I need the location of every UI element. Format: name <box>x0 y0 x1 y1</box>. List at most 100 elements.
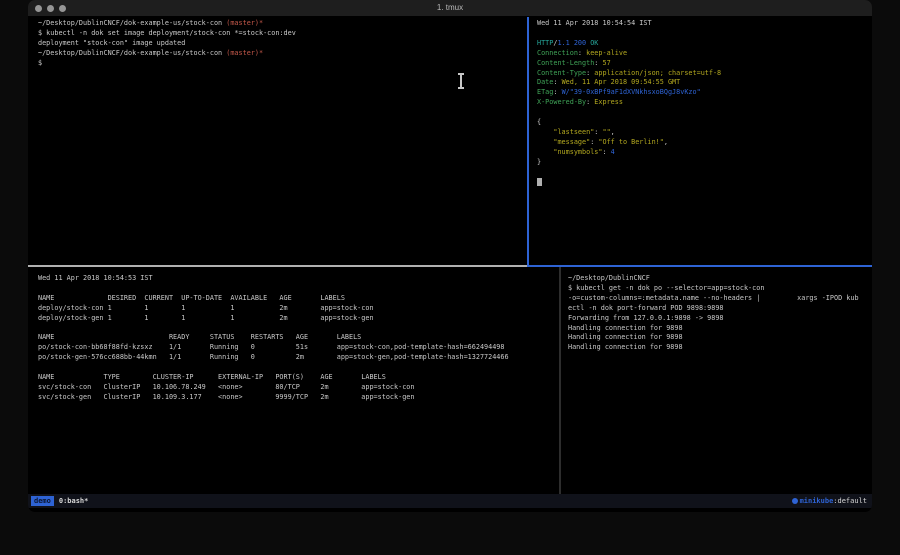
terminal-line <box>38 324 559 334</box>
terminal-line: Handling connection for 9898 <box>568 333 872 343</box>
terminal-line: ~/Desktop/DublinCNCF/dok-example-us/stoc… <box>38 49 527 59</box>
desktop-background: 1. tmux ~/Desktop/DublinCNCF/dok-example… <box>0 0 900 555</box>
kube-namespace: :default <box>833 497 867 505</box>
terminal-line: "lastseen": "", <box>537 128 872 138</box>
terminal-text: 4 <box>611 148 615 156</box>
terminal-line: NAME TYPE CLUSTER-IP EXTERNAL-IP PORT(S)… <box>38 373 559 383</box>
tmux-window-label[interactable]: 0:bash* <box>59 497 89 505</box>
terminal-text: (master)* <box>226 19 263 27</box>
terminal-line: $ <box>38 59 527 69</box>
terminal-text: $ <box>38 59 42 67</box>
terminal-line: deploy/stock-gen 1 1 1 1 2m app=stock-ge… <box>38 314 559 324</box>
terminal-line: Content-Type: application/json; charset=… <box>537 69 872 79</box>
terminal-text: , <box>611 128 615 136</box>
terminal-line: svc/stock-gen ClusterIP 10.109.3.177 <no… <box>38 393 559 403</box>
terminal-text: ETag <box>537 88 553 96</box>
terminal-text: : <box>602 148 610 156</box>
mouse-text-cursor <box>457 73 465 89</box>
terminal-line: Handling connection for 9898 <box>568 324 872 334</box>
terminal-text: Content-Type <box>537 69 586 77</box>
terminal-text: , <box>664 138 668 146</box>
terminal-line: Forwarding from 127.0.0.1:9898 -> 9898 <box>568 314 872 324</box>
terminal-text: Wed 11 Apr 2018 10:54:53 IST <box>38 274 153 282</box>
terminal-line: deployment "stock-con" image updated <box>38 39 527 49</box>
terminal-text: W/"39-0xBPf9aF1dXVNkhsxoBQgJ8vKzo" <box>562 88 701 96</box>
terminal-text: 1.1 200 <box>557 39 586 47</box>
terminal-text: keep-alive <box>586 49 627 57</box>
terminal-line: Handling connection for 9898 <box>568 343 872 353</box>
terminal-text: (master)* <box>226 49 263 57</box>
terminal-text: application/json; charset=utf-8 <box>594 69 721 77</box>
terminal-line: po/stock-gen-576cc688bb-44kmn 1/1 Runnin… <box>38 353 559 363</box>
terminal-text: "message" <box>537 138 590 146</box>
terminal-text: deploy/stock-gen 1 1 1 1 2m app=stock-ge… <box>38 314 374 322</box>
terminal-line: { <box>537 118 872 128</box>
terminal-line <box>38 363 559 373</box>
terminal-text: ectl -n dok port-forward POD 9898:9898 <box>568 304 724 312</box>
terminal-text: : <box>553 88 561 96</box>
terminal-line: ETag: W/"39-0xBPf9aF1dXVNkhsxoBQgJ8vKzo" <box>537 88 872 98</box>
terminal-text: Connection <box>537 49 578 57</box>
terminal-line: svc/stock-con ClusterIP 10.106.78.249 <n… <box>38 383 559 393</box>
terminal-line: Content-Length: 57 <box>537 59 872 69</box>
kube-context-name: minikube <box>800 497 834 505</box>
terminal-line: ~/Desktop/DublinCNCF <box>568 274 872 284</box>
terminal-line: Wed 11 Apr 2018 10:54:54 IST <box>537 19 872 29</box>
terminal-text: Wed, 11 Apr 2018 09:54:55 GMT <box>562 78 681 86</box>
kubernetes-icon <box>792 498 798 504</box>
terminal-text: "lastseen" <box>537 128 594 136</box>
pane-top-right-http-response[interactable]: Wed 11 Apr 2018 10:54:54 IST HTTP/1.1 20… <box>529 17 872 265</box>
terminal-line: deploy/stock-con 1 1 1 1 2m app=stock-co… <box>38 304 559 314</box>
terminal-text: : <box>553 78 561 86</box>
terminal-line: "message": "Off to Berlin!", <box>537 138 872 148</box>
terminal-line <box>38 284 559 294</box>
terminal-text: X-Powered-By <box>537 98 586 106</box>
terminal-text: HTTP <box>537 39 553 47</box>
terminal-cursor <box>537 178 542 186</box>
terminal-line: X-Powered-By: Express <box>537 98 872 108</box>
terminal-text: Wed 11 Apr 2018 10:54:54 IST <box>537 19 652 27</box>
terminal-line: po/stock-con-bb68f88fd-kzsxz 1/1 Running… <box>38 343 559 353</box>
terminal-line: NAME READY STATUS RESTARTS AGE LABELS <box>38 333 559 343</box>
pane-bottom-left-kubectl-watch[interactable]: Wed 11 Apr 2018 10:54:53 IST NAME DESIRE… <box>28 267 559 494</box>
terminal-text: "numsymbols" <box>537 148 602 156</box>
terminal-line: ectl -n dok port-forward POD 9898:9898 <box>568 304 872 314</box>
terminal-text: NAME TYPE CLUSTER-IP EXTERNAL-IP PORT(S)… <box>38 373 386 381</box>
terminal-window: 1. tmux ~/Desktop/DublinCNCF/dok-example… <box>28 0 872 512</box>
terminal-line: "numsymbols": 4 <box>537 148 872 158</box>
pane-bottom-right-port-forward[interactable]: ~/Desktop/DublinCNCF$ kubectl get -n dok… <box>561 267 872 494</box>
terminal-line: -o=custom-columns=:metadata.name --no-he… <box>568 294 872 304</box>
terminal-line: $ kubectl get -n dok po --selector=app=s… <box>568 284 872 294</box>
tmux-status-bar: demo 0:bash* minikube :default <box>28 494 872 508</box>
terminal-text: svc/stock-con ClusterIP 10.106.78.249 <n… <box>38 383 414 391</box>
terminal-line: HTTP/1.1 200 OK <box>537 39 872 49</box>
terminal-text: 57 <box>602 59 610 67</box>
terminal-text: : <box>578 49 586 57</box>
terminal-line: NAME DESIRED CURRENT UP-TO-DATE AVAILABL… <box>38 294 559 304</box>
terminal-text: Handling connection for 9898 <box>568 333 683 341</box>
terminal-text: deploy/stock-con 1 1 1 1 2m app=stock-co… <box>38 304 374 312</box>
terminal-line: $ kubectl -n dok set image deployment/st… <box>38 29 527 39</box>
terminal-line: Connection: keep-alive <box>537 49 872 59</box>
terminal-text: OK <box>586 39 598 47</box>
window-titlebar[interactable]: 1. tmux <box>28 0 872 17</box>
terminal-text: { <box>537 118 541 126</box>
terminal-text: Express <box>594 98 623 106</box>
terminal-text: } <box>537 158 541 166</box>
terminal-text: deployment "stock-con" image updated <box>38 39 185 47</box>
terminal-line: } <box>537 158 872 168</box>
terminal-text: NAME DESIRED CURRENT UP-TO-DATE AVAILABL… <box>38 294 345 302</box>
terminal-text: "Off to Berlin!" <box>598 138 663 146</box>
terminal-text: "" <box>602 128 610 136</box>
terminal-line <box>537 168 872 178</box>
terminal-text: -o=custom-columns=:metadata.name --no-he… <box>568 294 859 302</box>
terminal-text: po/stock-con-bb68f88fd-kzsxz 1/1 Running… <box>38 343 505 351</box>
terminal-line <box>537 108 872 118</box>
terminal-text: Content-Length <box>537 59 594 67</box>
terminal-line: Wed 11 Apr 2018 10:54:53 IST <box>38 274 559 284</box>
pane-top-left-shell[interactable]: ~/Desktop/DublinCNCF/dok-example-us/stoc… <box>28 17 527 265</box>
terminal-text: ~/Desktop/DublinCNCF/dok-example-us/stoc… <box>38 19 226 27</box>
terminal-text: Date <box>537 78 553 86</box>
terminal-text: po/stock-gen-576cc688bb-44kmn 1/1 Runnin… <box>38 353 509 361</box>
terminal-line <box>537 178 872 188</box>
